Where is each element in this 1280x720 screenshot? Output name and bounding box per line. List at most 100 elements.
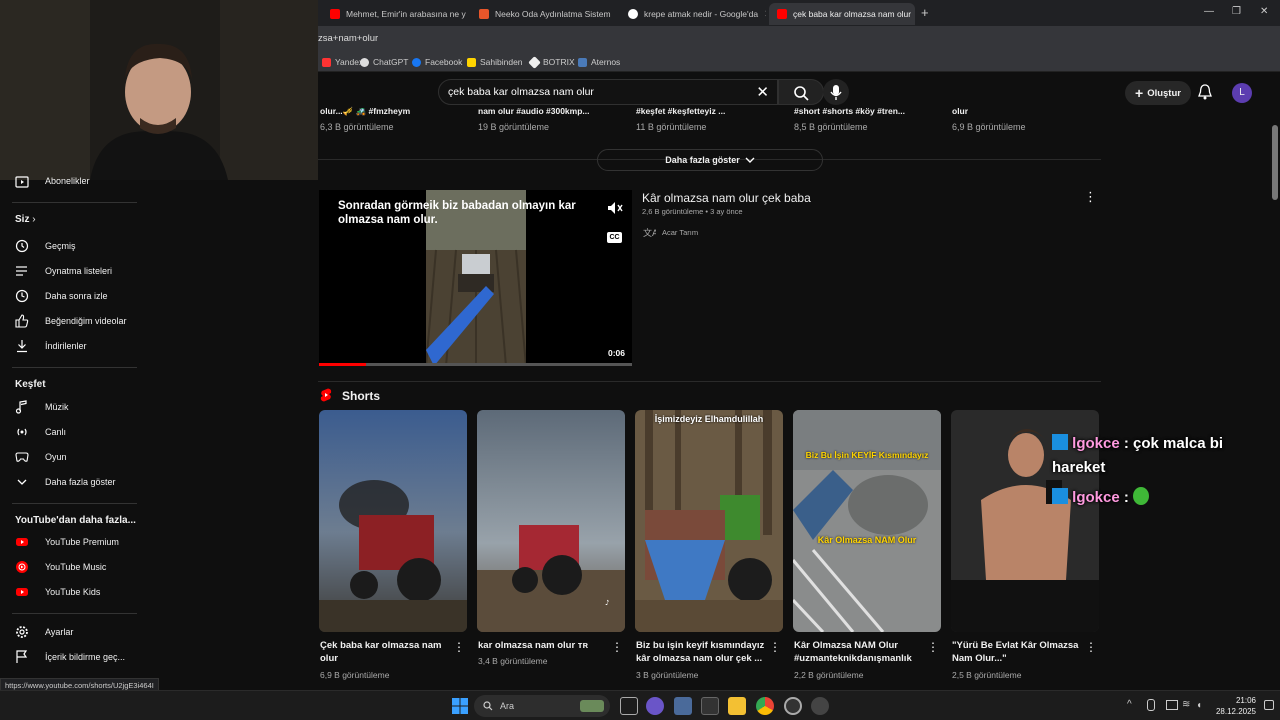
bookmark-item[interactable]: Facebook	[412, 57, 462, 67]
show-hidden-icons-chevron-icon[interactable]: ^	[1127, 699, 1132, 710]
short-thumbnail[interactable]: ♪	[477, 410, 625, 632]
taskbar-clock[interactable]: 21:06 28.12.2025	[1212, 695, 1256, 717]
thumbs-up-icon	[15, 314, 29, 328]
sidebar-item-history[interactable]: Geçmiş	[0, 235, 145, 257]
more-options-icon[interactable]: ⋮	[1084, 189, 1097, 205]
bookmark-label: BOTRIX	[543, 57, 575, 67]
more-options-icon[interactable]: ⋮	[453, 640, 465, 654]
file-explorer-icon[interactable]	[728, 697, 746, 715]
short-thumbnail[interactable]: İşimizdeyiz Elhamdulillah	[635, 410, 783, 632]
settings-app-icon[interactable]	[674, 697, 692, 715]
video-title[interactable]: #keşfet #keşfetteyiz ...	[636, 106, 776, 116]
wifi-icon[interactable]: ≋	[1182, 699, 1190, 710]
more-options-icon[interactable]: ⋮	[769, 640, 781, 654]
video-title[interactable]: olur...🎺 🚜 #fmzheym	[320, 106, 460, 117]
video-title[interactable]: #short #shorts #köy #tren...	[794, 106, 934, 116]
scrollbar-thumb[interactable]	[1272, 125, 1278, 200]
sidebar-item-youtube-premium[interactable]: YouTube Premium	[0, 531, 145, 553]
plus-icon: +	[1135, 85, 1144, 101]
sidebar-item-label: Müzik	[45, 402, 69, 412]
browser-tab[interactable]: Neeko Oda Aydınlatma Sistem ✕	[471, 3, 617, 25]
short-title[interactable]: Çek baba kar olmazsa nam olur	[320, 639, 452, 665]
video-title[interactable]: nam olur #audio #300kmp...	[478, 106, 618, 116]
new-tab-button[interactable]: +	[921, 5, 929, 20]
video-title[interactable]: olur	[952, 106, 1092, 116]
short-thumbnail[interactable]: Biz Bu İşin KEYİF Kısmındayız Kâr Olmazs…	[793, 410, 941, 632]
video-progress-bar[interactable]	[319, 363, 632, 366]
video-title[interactable]: Kâr olmazsa nam olur çek baba	[642, 191, 811, 205]
show-more-button[interactable]: Daha fazla göster	[597, 149, 823, 171]
short-title[interactable]: kar olmazsa nam olur ᴛʀ	[478, 639, 610, 652]
browser-tab[interactable]: krepe atmak nedir - Google'da ✕	[620, 3, 766, 25]
sidebar-item-liked-videos[interactable]: Beğendiğim videolar	[0, 310, 145, 332]
sidebar-item-subscriptions[interactable]: Abonelikler	[0, 170, 145, 192]
microphone-icon[interactable]	[1147, 699, 1155, 711]
short-thumbnail[interactable]	[319, 410, 467, 632]
avatar[interactable]: L	[1232, 83, 1252, 103]
more-options-icon[interactable]: ⋮	[1085, 640, 1097, 654]
sidebar-item-youtube-kids[interactable]: YouTube Kids	[0, 581, 145, 603]
music-note-icon	[15, 400, 27, 414]
mute-icon[interactable]	[607, 201, 623, 215]
chevron-down-icon	[745, 157, 755, 163]
close-tab-icon[interactable]: ✕	[764, 9, 766, 20]
sidebar-item-settings[interactable]: Ayarlar	[0, 621, 145, 643]
short-title[interactable]: Kâr Olmazsa NAM Olur #uzmanteknikdanışma…	[794, 639, 926, 665]
aternos-icon	[578, 57, 587, 67]
sidebar-item-report[interactable]: İçerik bildirme geç...	[0, 646, 145, 668]
sidebar-item-downloads[interactable]: İndirilenler	[0, 335, 145, 357]
sidebar-item-youtube-music[interactable]: YouTube Music	[0, 556, 145, 578]
bookmark-item[interactable]: BOTRIX	[528, 55, 575, 69]
bookmark-item[interactable]: Sahibinden	[467, 57, 523, 67]
live-broadcast-icon	[17, 428, 27, 436]
captions-button[interactable]: CC	[607, 232, 622, 243]
notifications-bell-icon[interactable]	[1198, 84, 1212, 100]
close-window-icon[interactable]: ✕	[1260, 6, 1268, 17]
bookmark-item[interactable]: ChatGPT	[360, 57, 408, 67]
voice-search-button[interactable]	[823, 79, 849, 105]
search-button[interactable]	[778, 79, 824, 105]
minimize-icon[interactable]: —	[1204, 6, 1214, 17]
sidebar-item-playlists[interactable]: Oynatma listeleri	[0, 260, 145, 282]
flag-icon	[16, 650, 28, 663]
chat-message: lgokce :	[1052, 486, 1150, 510]
browser-tab[interactable]: Mehmet, Emir'in arabasına ne y ✕	[322, 3, 468, 25]
obs-icon[interactable]	[784, 697, 802, 715]
channel-name[interactable]: Acar Tarım	[662, 228, 698, 237]
url-field[interactable]: zsa+nam+olur	[318, 33, 378, 44]
browser-tab-active[interactable]: çek baba kar olmazsa nam olur ✕	[769, 3, 915, 25]
bookmark-item[interactable]: Yandex	[322, 57, 363, 67]
video-player[interactable]: Sonradan görmeik biz babadan olmayın kar…	[319, 190, 632, 366]
clock-time: 21:06	[1235, 696, 1256, 705]
video-overlay-title: Sonradan görmeik biz babadan olmayın kar…	[338, 200, 576, 226]
windows-start-icon[interactable]	[451, 697, 469, 715]
you-section-header[interactable]: Siz ›	[15, 214, 36, 225]
more-options-icon[interactable]: ⋮	[611, 640, 623, 654]
search-input[interactable]: çek baba kar olmazsa nam olur ✕	[438, 79, 778, 105]
bookmark-item[interactable]: Aternos	[578, 57, 620, 67]
maximize-icon[interactable]: ❐	[1232, 6, 1241, 17]
short-title[interactable]: "Yürü Be Evlat Kâr Olmazsa Nam Olur..."	[952, 639, 1084, 665]
sidebar-item-music[interactable]: Müzik	[0, 396, 145, 418]
sidebar-item-watch-later[interactable]: Daha sonra izle	[0, 285, 145, 307]
app-icon[interactable]	[701, 697, 719, 715]
app-icon[interactable]	[646, 697, 664, 715]
sidebar-item-gaming[interactable]: Oyun	[0, 446, 145, 468]
notifications-icon[interactable]	[1264, 700, 1274, 710]
search-icon	[794, 86, 809, 101]
more-options-icon[interactable]: ⋮	[927, 640, 939, 654]
page-scrollbar[interactable]	[1270, 73, 1280, 685]
chrome-icon[interactable]	[756, 697, 774, 715]
clear-search-icon[interactable]: ✕	[756, 83, 769, 101]
view-count: 6,9 B görüntüleme	[952, 122, 1026, 132]
display-icon[interactable]	[1166, 700, 1178, 710]
short-title[interactable]: Biz bu işin keyif kısmındayız kâr olmazs…	[636, 639, 768, 665]
sidebar-item-live[interactable]: Canlı	[0, 421, 145, 443]
more-from-youtube-header: YouTube'dan daha fazla...	[15, 515, 136, 526]
media-player-icon[interactable]	[811, 697, 829, 715]
task-view-icon[interactable]	[620, 697, 638, 715]
volume-icon[interactable]: ◖	[1196, 700, 1202, 711]
sidebar-item-show-more[interactable]: Daha fazla göster	[0, 471, 145, 493]
taskbar-search-input[interactable]: Ara	[474, 695, 610, 717]
create-button[interactable]: + Oluştur	[1125, 81, 1191, 105]
